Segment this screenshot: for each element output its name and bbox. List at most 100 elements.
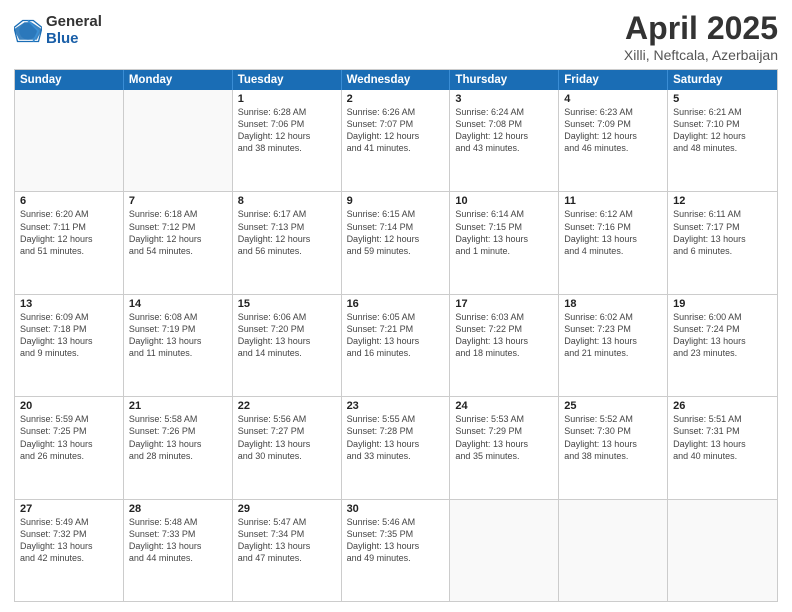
title-location: Xilli, Neftcala, Azerbaijan <box>624 47 778 63</box>
day-info: Sunrise: 6:02 AM Sunset: 7:23 PM Dayligh… <box>564 311 662 360</box>
calendar-cell-w5d7 <box>668 500 777 601</box>
day-number: 27 <box>20 503 118 515</box>
page: General Blue April 2025 Xilli, Neftcala,… <box>0 0 792 612</box>
header-monday: Monday <box>124 70 233 90</box>
logo-blue-text: Blue <box>46 31 102 48</box>
calendar-cell-w4d2: 21Sunrise: 5:58 AM Sunset: 7:26 PM Dayli… <box>124 397 233 498</box>
header-wednesday: Wednesday <box>342 70 451 90</box>
calendar-week-5: 27Sunrise: 5:49 AM Sunset: 7:32 PM Dayli… <box>15 499 777 601</box>
calendar-cell-w1d2 <box>124 90 233 191</box>
calendar-cell-w5d2: 28Sunrise: 5:48 AM Sunset: 7:33 PM Dayli… <box>124 500 233 601</box>
calendar-cell-w1d1 <box>15 90 124 191</box>
calendar-cell-w4d7: 26Sunrise: 5:51 AM Sunset: 7:31 PM Dayli… <box>668 397 777 498</box>
calendar-cell-w4d4: 23Sunrise: 5:55 AM Sunset: 7:28 PM Dayli… <box>342 397 451 498</box>
day-info: Sunrise: 6:17 AM Sunset: 7:13 PM Dayligh… <box>238 208 336 257</box>
day-number: 14 <box>129 298 227 310</box>
calendar-cell-w5d5 <box>450 500 559 601</box>
day-number: 10 <box>455 195 553 207</box>
calendar-cell-w3d2: 14Sunrise: 6:08 AM Sunset: 7:19 PM Dayli… <box>124 295 233 396</box>
calendar-cell-w4d1: 20Sunrise: 5:59 AM Sunset: 7:25 PM Dayli… <box>15 397 124 498</box>
calendar-cell-w2d5: 10Sunrise: 6:14 AM Sunset: 7:15 PM Dayli… <box>450 192 559 293</box>
day-info: Sunrise: 5:51 AM Sunset: 7:31 PM Dayligh… <box>673 413 772 462</box>
calendar-week-2: 6Sunrise: 6:20 AM Sunset: 7:11 PM Daylig… <box>15 191 777 293</box>
day-info: Sunrise: 6:24 AM Sunset: 7:08 PM Dayligh… <box>455 106 553 155</box>
logo: General Blue <box>14 14 102 47</box>
calendar-cell-w2d7: 12Sunrise: 6:11 AM Sunset: 7:17 PM Dayli… <box>668 192 777 293</box>
day-number: 2 <box>347 93 445 105</box>
day-info: Sunrise: 5:53 AM Sunset: 7:29 PM Dayligh… <box>455 413 553 462</box>
header-friday: Friday <box>559 70 668 90</box>
calendar-cell-w5d3: 29Sunrise: 5:47 AM Sunset: 7:34 PM Dayli… <box>233 500 342 601</box>
day-info: Sunrise: 6:21 AM Sunset: 7:10 PM Dayligh… <box>673 106 772 155</box>
day-number: 18 <box>564 298 662 310</box>
day-number: 5 <box>673 93 772 105</box>
calendar-cell-w3d7: 19Sunrise: 6:00 AM Sunset: 7:24 PM Dayli… <box>668 295 777 396</box>
calendar-cell-w2d6: 11Sunrise: 6:12 AM Sunset: 7:16 PM Dayli… <box>559 192 668 293</box>
day-info: Sunrise: 5:59 AM Sunset: 7:25 PM Dayligh… <box>20 413 118 462</box>
logo-text: General Blue <box>46 14 102 47</box>
day-number: 19 <box>673 298 772 310</box>
day-number: 26 <box>673 400 772 412</box>
calendar-cell-w2d3: 8Sunrise: 6:17 AM Sunset: 7:13 PM Daylig… <box>233 192 342 293</box>
day-info: Sunrise: 6:11 AM Sunset: 7:17 PM Dayligh… <box>673 208 772 257</box>
calendar-cell-w1d6: 4Sunrise: 6:23 AM Sunset: 7:09 PM Daylig… <box>559 90 668 191</box>
title-month: April 2025 <box>624 10 778 47</box>
calendar-week-4: 20Sunrise: 5:59 AM Sunset: 7:25 PM Dayli… <box>15 396 777 498</box>
calendar-week-3: 13Sunrise: 6:09 AM Sunset: 7:18 PM Dayli… <box>15 294 777 396</box>
day-info: Sunrise: 6:00 AM Sunset: 7:24 PM Dayligh… <box>673 311 772 360</box>
day-info: Sunrise: 6:09 AM Sunset: 7:18 PM Dayligh… <box>20 311 118 360</box>
day-info: Sunrise: 5:55 AM Sunset: 7:28 PM Dayligh… <box>347 413 445 462</box>
day-number: 8 <box>238 195 336 207</box>
calendar-cell-w5d4: 30Sunrise: 5:46 AM Sunset: 7:35 PM Dayli… <box>342 500 451 601</box>
calendar-cell-w4d3: 22Sunrise: 5:56 AM Sunset: 7:27 PM Dayli… <box>233 397 342 498</box>
day-number: 21 <box>129 400 227 412</box>
calendar-cell-w2d4: 9Sunrise: 6:15 AM Sunset: 7:14 PM Daylig… <box>342 192 451 293</box>
day-info: Sunrise: 6:15 AM Sunset: 7:14 PM Dayligh… <box>347 208 445 257</box>
header-thursday: Thursday <box>450 70 559 90</box>
day-number: 3 <box>455 93 553 105</box>
calendar-header: Sunday Monday Tuesday Wednesday Thursday… <box>15 70 777 90</box>
day-number: 16 <box>347 298 445 310</box>
calendar-cell-w1d5: 3Sunrise: 6:24 AM Sunset: 7:08 PM Daylig… <box>450 90 559 191</box>
day-number: 29 <box>238 503 336 515</box>
day-info: Sunrise: 6:20 AM Sunset: 7:11 PM Dayligh… <box>20 208 118 257</box>
day-info: Sunrise: 6:18 AM Sunset: 7:12 PM Dayligh… <box>129 208 227 257</box>
calendar-cell-w1d3: 1Sunrise: 6:28 AM Sunset: 7:06 PM Daylig… <box>233 90 342 191</box>
day-number: 7 <box>129 195 227 207</box>
day-info: Sunrise: 5:58 AM Sunset: 7:26 PM Dayligh… <box>129 413 227 462</box>
day-number: 17 <box>455 298 553 310</box>
calendar-cell-w1d7: 5Sunrise: 6:21 AM Sunset: 7:10 PM Daylig… <box>668 90 777 191</box>
day-number: 11 <box>564 195 662 207</box>
calendar: Sunday Monday Tuesday Wednesday Thursday… <box>14 69 778 602</box>
day-number: 23 <box>347 400 445 412</box>
day-info: Sunrise: 5:48 AM Sunset: 7:33 PM Dayligh… <box>129 516 227 565</box>
day-number: 13 <box>20 298 118 310</box>
day-number: 4 <box>564 93 662 105</box>
calendar-cell-w5d1: 27Sunrise: 5:49 AM Sunset: 7:32 PM Dayli… <box>15 500 124 601</box>
day-number: 30 <box>347 503 445 515</box>
day-info: Sunrise: 6:03 AM Sunset: 7:22 PM Dayligh… <box>455 311 553 360</box>
day-number: 12 <box>673 195 772 207</box>
day-info: Sunrise: 6:06 AM Sunset: 7:20 PM Dayligh… <box>238 311 336 360</box>
calendar-cell-w3d3: 15Sunrise: 6:06 AM Sunset: 7:20 PM Dayli… <box>233 295 342 396</box>
calendar-cell-w3d4: 16Sunrise: 6:05 AM Sunset: 7:21 PM Dayli… <box>342 295 451 396</box>
day-info: Sunrise: 5:56 AM Sunset: 7:27 PM Dayligh… <box>238 413 336 462</box>
header-sunday: Sunday <box>15 70 124 90</box>
header: General Blue April 2025 Xilli, Neftcala,… <box>14 10 778 63</box>
calendar-cell-w1d4: 2Sunrise: 6:26 AM Sunset: 7:07 PM Daylig… <box>342 90 451 191</box>
day-info: Sunrise: 5:49 AM Sunset: 7:32 PM Dayligh… <box>20 516 118 565</box>
day-number: 22 <box>238 400 336 412</box>
day-info: Sunrise: 5:46 AM Sunset: 7:35 PM Dayligh… <box>347 516 445 565</box>
logo-icon <box>14 17 42 45</box>
header-tuesday: Tuesday <box>233 70 342 90</box>
day-info: Sunrise: 6:23 AM Sunset: 7:09 PM Dayligh… <box>564 106 662 155</box>
day-number: 15 <box>238 298 336 310</box>
calendar-cell-w2d2: 7Sunrise: 6:18 AM Sunset: 7:12 PM Daylig… <box>124 192 233 293</box>
day-info: Sunrise: 6:14 AM Sunset: 7:15 PM Dayligh… <box>455 208 553 257</box>
day-info: Sunrise: 5:47 AM Sunset: 7:34 PM Dayligh… <box>238 516 336 565</box>
calendar-cell-w3d6: 18Sunrise: 6:02 AM Sunset: 7:23 PM Dayli… <box>559 295 668 396</box>
day-info: Sunrise: 6:12 AM Sunset: 7:16 PM Dayligh… <box>564 208 662 257</box>
day-info: Sunrise: 6:28 AM Sunset: 7:06 PM Dayligh… <box>238 106 336 155</box>
title-block: April 2025 Xilli, Neftcala, Azerbaijan <box>624 10 778 63</box>
day-number: 6 <box>20 195 118 207</box>
